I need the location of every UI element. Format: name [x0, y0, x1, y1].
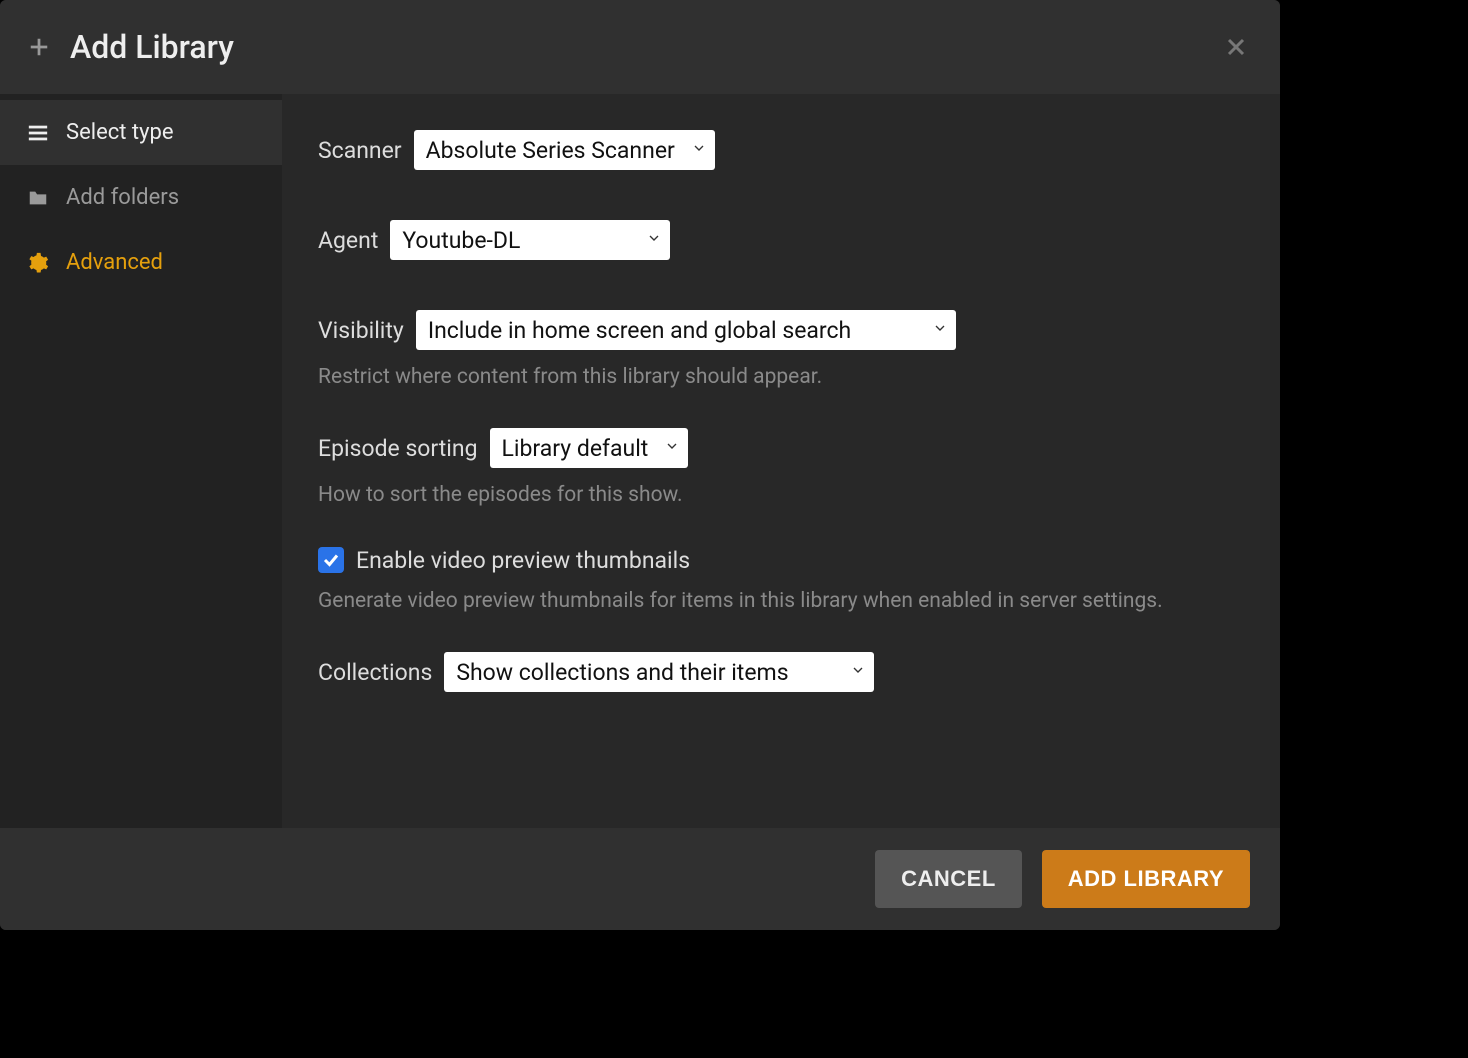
- add-library-modal: Add Library Select type: [0, 0, 1280, 930]
- sidebar-item-label: Advanced: [66, 250, 163, 275]
- agent-label: Agent: [318, 227, 378, 254]
- scanner-value: Absolute Series Scanner: [414, 137, 715, 164]
- visibility-help: Restrict where content from this library…: [318, 362, 1244, 392]
- episode-sorting-value: Library default: [490, 435, 689, 462]
- modal-footer: CANCEL ADD LIBRARY: [0, 828, 1280, 930]
- modal-body: Select type Add folders Advanced: [0, 94, 1280, 828]
- list-icon: [26, 121, 50, 145]
- gear-icon: [26, 251, 50, 275]
- episode-sorting-select[interactable]: Library default: [490, 428, 689, 468]
- visibility-value: Include in home screen and global search: [416, 317, 891, 344]
- episode-sorting-help: How to sort the episodes for this show.: [318, 480, 1244, 510]
- enable-thumbnails-help: Generate video preview thumbnails for it…: [318, 586, 1244, 616]
- visibility-select[interactable]: Include in home screen and global search: [416, 310, 956, 350]
- content-scroll[interactable]: Scanner Absolute Series Scanner Agent Yo…: [282, 94, 1280, 828]
- enable-thumbnails-checkbox[interactable]: [318, 547, 344, 573]
- close-button[interactable]: [1220, 31, 1252, 63]
- agent-value: Youtube-DL: [390, 227, 560, 254]
- agent-select[interactable]: Youtube-DL: [390, 220, 670, 260]
- plus-icon: [28, 36, 50, 58]
- collections-row: Collections Show collections and their i…: [318, 652, 1244, 692]
- episode-sorting-row: Episode sorting Library default: [318, 428, 1244, 468]
- scanner-row: Scanner Absolute Series Scanner: [318, 130, 1244, 170]
- enable-thumbnails-row[interactable]: Enable video preview thumbnails: [318, 547, 1244, 574]
- sidebar-item-label: Select type: [66, 120, 174, 145]
- scanner-label: Scanner: [318, 137, 402, 164]
- collections-label: Collections: [318, 659, 432, 686]
- modal-title: Add Library: [70, 28, 234, 66]
- sidebar-item-advanced[interactable]: Advanced: [0, 230, 282, 295]
- sidebar-item-label: Add folders: [66, 185, 179, 210]
- add-library-button[interactable]: ADD LIBRARY: [1042, 850, 1250, 908]
- episode-sorting-label: Episode sorting: [318, 435, 478, 462]
- modal-header: Add Library: [0, 0, 1280, 94]
- folder-icon: [26, 186, 50, 210]
- collections-value: Show collections and their items: [444, 659, 828, 686]
- visibility-label: Visibility: [318, 317, 404, 344]
- enable-thumbnails-label: Enable video preview thumbnails: [356, 547, 690, 574]
- sidebar: Select type Add folders Advanced: [0, 94, 282, 828]
- sidebar-item-add-folders[interactable]: Add folders: [0, 165, 282, 230]
- collections-select[interactable]: Show collections and their items: [444, 652, 874, 692]
- chevron-down-icon: [850, 662, 866, 682]
- visibility-row: Visibility Include in home screen and gl…: [318, 310, 1244, 350]
- agent-row: Agent Youtube-DL: [318, 220, 1244, 260]
- cancel-button[interactable]: CANCEL: [875, 850, 1022, 908]
- sidebar-item-select-type[interactable]: Select type: [0, 100, 282, 165]
- chevron-down-icon: [932, 320, 948, 340]
- chevron-down-icon: [646, 230, 662, 250]
- content-area: Scanner Absolute Series Scanner Agent Yo…: [282, 94, 1280, 828]
- scanner-select[interactable]: Absolute Series Scanner: [414, 130, 715, 170]
